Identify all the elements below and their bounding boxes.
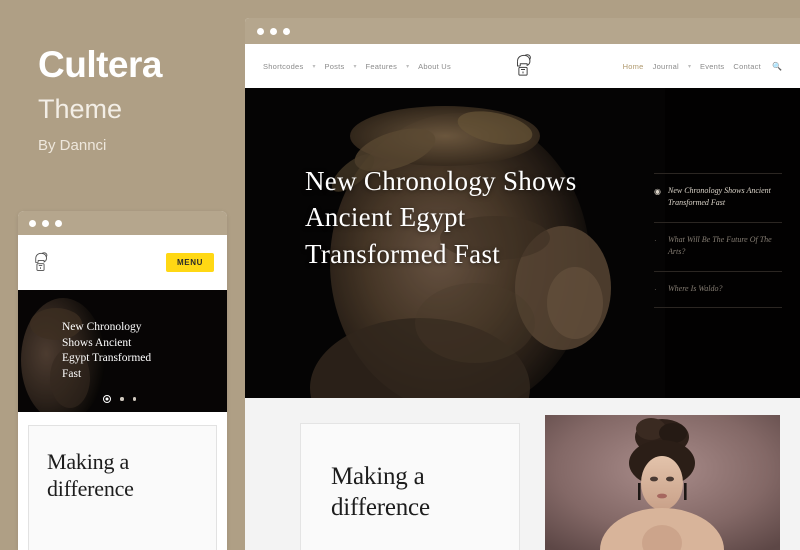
window-dot-1[interactable] [257, 27, 264, 35]
window-dot-3[interactable] [55, 219, 62, 227]
mobile-making-a-difference-card: Making a difference [28, 425, 217, 550]
chevron-down-icon: ▾ [312, 63, 316, 70]
slider-dot-2[interactable] [120, 397, 124, 401]
mobile-hero-headline: New Chronology Shows Ancient Egypt Trans… [62, 320, 219, 382]
desktop-card-title: Making a difference [331, 462, 489, 523]
hero-line: Shows Ancient [62, 336, 132, 349]
search-icon[interactable]: 🔍 [772, 62, 782, 71]
hero-slide-list: ◉ New Chronology Shows Ancient Transform… [654, 173, 782, 309]
nav-left-group: Shortcodes ▾ Posts ▾ Features ▾ About Us [263, 62, 460, 71]
slider-dot-3[interactable] [132, 397, 136, 401]
card-title-line: difference [331, 493, 430, 521]
card-title-line: difference [47, 475, 134, 501]
roman-helmet-icon [516, 54, 531, 76]
desktop-making-a-difference-card: Making a difference [300, 423, 520, 550]
chevron-down-icon: ▾ [406, 63, 410, 70]
chevron-down-icon: ▾ [687, 63, 691, 70]
window-dot-2[interactable] [42, 219, 49, 227]
slider-dot-1[interactable] [103, 395, 111, 403]
chevron-down-icon: ▾ [353, 63, 357, 70]
desktop-portrait-photo [545, 415, 780, 550]
desktop-hero: New Chronology Shows Ancient Egypt Trans… [245, 88, 800, 398]
nav-item-features[interactable]: Features [366, 62, 398, 71]
card-title-line: Making a [331, 463, 425, 490]
hero-line: New Chronology [62, 321, 142, 333]
desktop-mockup: Shortcodes ▾ Posts ▾ Features ▾ About Us [245, 18, 800, 550]
slide-bullet-icon: · [654, 284, 657, 294]
mobile-card-title: Making a difference [47, 449, 198, 503]
hero-line: Fast [62, 367, 82, 380]
mobile-mockup: MENU New Chronology Shows Ancient Egypt … [18, 211, 227, 550]
slide-item-1[interactable]: ◉ New Chronology Shows Ancient Transform… [654, 173, 782, 222]
mobile-window-chrome [18, 211, 227, 235]
portrait-image [545, 415, 780, 550]
nav-item-about-us[interactable]: About Us [418, 62, 451, 71]
mobile-card-wrapper: Making a difference [18, 412, 227, 550]
promo-author: By Dannci [38, 137, 107, 154]
promo-subtitle: Theme [38, 94, 123, 124]
slide-item-3[interactable]: · Where Is Waldo? [654, 270, 782, 309]
slide-item-2[interactable]: · What Will Be The Future Of The Arts? [654, 221, 782, 271]
slide-bullet-icon: · [654, 235, 657, 245]
nav-item-shortcodes[interactable]: Shortcodes [263, 62, 303, 71]
slide-active-marker-icon: ◉ [654, 187, 661, 196]
hero-line: Egypt Transformed [62, 352, 152, 365]
mobile-logo[interactable] [31, 251, 50, 274]
desktop-logo[interactable] [512, 53, 534, 79]
slide-item-label: Where Is Waldo? [668, 283, 723, 293]
hero-line: New Chronology Shows [305, 166, 577, 196]
desktop-window-chrome [245, 18, 800, 44]
slide-item-label: What Will Be The Future Of The Arts? [668, 234, 772, 257]
mobile-slider-pagination [103, 395, 136, 403]
promo-title: Cultera [38, 44, 162, 85]
desktop-hero-headline: New Chronology Shows Ancient Egypt Trans… [305, 163, 577, 272]
desktop-navbar: Shortcodes ▾ Posts ▾ Features ▾ About Us [245, 44, 800, 88]
slide-item-label: New Chronology Shows Ancient Transformed… [668, 186, 771, 208]
mobile-menu-button[interactable]: MENU [166, 253, 214, 272]
nav-item-journal[interactable]: Journal [653, 62, 679, 71]
nav-item-contact[interactable]: Contact [733, 62, 761, 71]
window-dot-3[interactable] [283, 27, 290, 35]
mobile-hero: New Chronology Shows Ancient Egypt Trans… [18, 290, 227, 412]
hero-line: Ancient Egypt [305, 202, 466, 233]
nav-right-group: Home Journal ▾ Events Contact 🔍 [623, 62, 782, 71]
nav-item-home[interactable]: Home [623, 62, 644, 71]
nav-item-posts[interactable]: Posts [324, 62, 344, 71]
nav-item-events[interactable]: Events [700, 62, 724, 71]
window-dot-2[interactable] [270, 27, 277, 35]
card-title-line: Making a [47, 449, 130, 474]
window-dot-1[interactable] [29, 219, 36, 227]
mobile-site-header: MENU [18, 235, 227, 290]
desktop-lower-section: Making a difference [245, 398, 800, 550]
hero-line: Transformed Fast [305, 238, 501, 269]
roman-helmet-icon [35, 252, 48, 271]
